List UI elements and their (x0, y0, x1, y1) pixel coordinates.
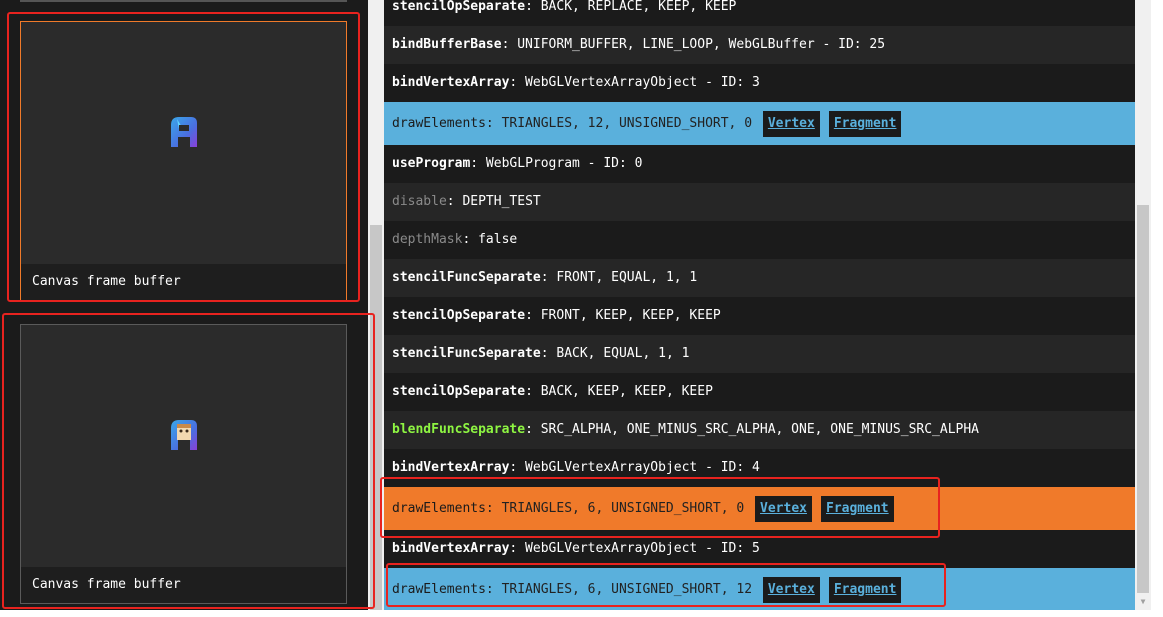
fragment-shader-link[interactable]: Fragment (828, 110, 902, 137)
annotation-box (380, 477, 940, 538)
command-args: : UNIFORM_BUFFER, LINE_LOOP, WebGLBuffer… (501, 37, 886, 52)
scroll-down-arrow-icon[interactable]: ▼ (1138, 597, 1148, 607)
command-args: : false (462, 232, 518, 247)
command-args: : TRIANGLES, 12, UNSIGNED_SHORT, 0 (485, 116, 753, 131)
command-row[interactable]: stencilOpSeparate: BACK, REPLACE, KEEP, … (384, 0, 1135, 26)
command-args: : SRC_ALPHA, ONE_MINUS_SRC_ALPHA, ONE, O… (525, 422, 980, 437)
command-name: stencilOpSeparate (392, 308, 526, 323)
command-name: stencilFuncSeparate (392, 270, 541, 285)
command-name: blendFuncSeparate (392, 422, 526, 437)
command-name: useProgram (392, 156, 471, 171)
command-args: : DEPTH_TEST (446, 194, 541, 209)
command-args: : WebGLVertexArrayObject - ID: 3 (509, 75, 760, 90)
vertex-shader-link[interactable]: Vertex (762, 110, 820, 137)
annotation-box (2, 313, 375, 609)
draw-command-row[interactable]: drawElements: TRIANGLES, 12, UNSIGNED_SH… (384, 102, 1135, 145)
command-row[interactable]: stencilOpSeparate: BACK, KEEP, KEEP, KEE… (384, 373, 1135, 411)
command-row[interactable]: bindBufferBase: UNIFORM_BUFFER, LINE_LOO… (384, 26, 1135, 64)
command-name: stencilFuncSeparate (392, 346, 541, 361)
annotation-box (386, 563, 946, 607)
command-name: bindVertexArray (392, 541, 510, 556)
command-name: bindVertexArray (392, 460, 510, 475)
right-scrollbar-thumb[interactable] (1137, 205, 1149, 593)
command-row[interactable]: depthMask: false (384, 221, 1135, 259)
command-args: : FRONT, KEEP, KEEP, KEEP (525, 308, 721, 323)
command-args: : WebGLProgram - ID: 0 (470, 156, 643, 171)
command-name: stencilOpSeparate (392, 384, 526, 399)
command-args: : BACK, EQUAL, 1, 1 (540, 346, 690, 361)
command-row[interactable]: stencilOpSeparate: FRONT, KEEP, KEEP, KE… (384, 297, 1135, 335)
command-name: bindBufferBase (392, 37, 502, 52)
command-name: drawElements (392, 116, 486, 131)
command-args: : BACK, KEEP, KEEP, KEEP (525, 384, 713, 399)
command-args: : BACK, REPLACE, KEEP, KEEP (525, 0, 737, 14)
command-row[interactable]: stencilFuncSeparate: FRONT, EQUAL, 1, 1 (384, 259, 1135, 297)
command-args: : WebGLVertexArrayObject - ID: 5 (509, 541, 760, 556)
previous-thumbnail-edge (20, 0, 347, 2)
command-row[interactable]: bindVertexArray: WebGLVertexArrayObject … (384, 64, 1135, 102)
command-row[interactable]: useProgram: WebGLProgram - ID: 0 (384, 145, 1135, 183)
command-args: : FRONT, EQUAL, 1, 1 (540, 270, 698, 285)
annotation-box (7, 12, 360, 302)
command-name: disable (392, 194, 447, 209)
command-name: depthMask (392, 232, 463, 247)
command-row[interactable]: blendFuncSeparate: SRC_ALPHA, ONE_MINUS_… (384, 411, 1135, 449)
command-name: bindVertexArray (392, 75, 510, 90)
command-row[interactable]: disable: DEPTH_TEST (384, 183, 1135, 221)
command-name: stencilOpSeparate (392, 0, 526, 14)
command-args: : WebGLVertexArrayObject - ID: 4 (509, 460, 760, 475)
command-row[interactable]: stencilFuncSeparate: BACK, EQUAL, 1, 1 (384, 335, 1135, 373)
